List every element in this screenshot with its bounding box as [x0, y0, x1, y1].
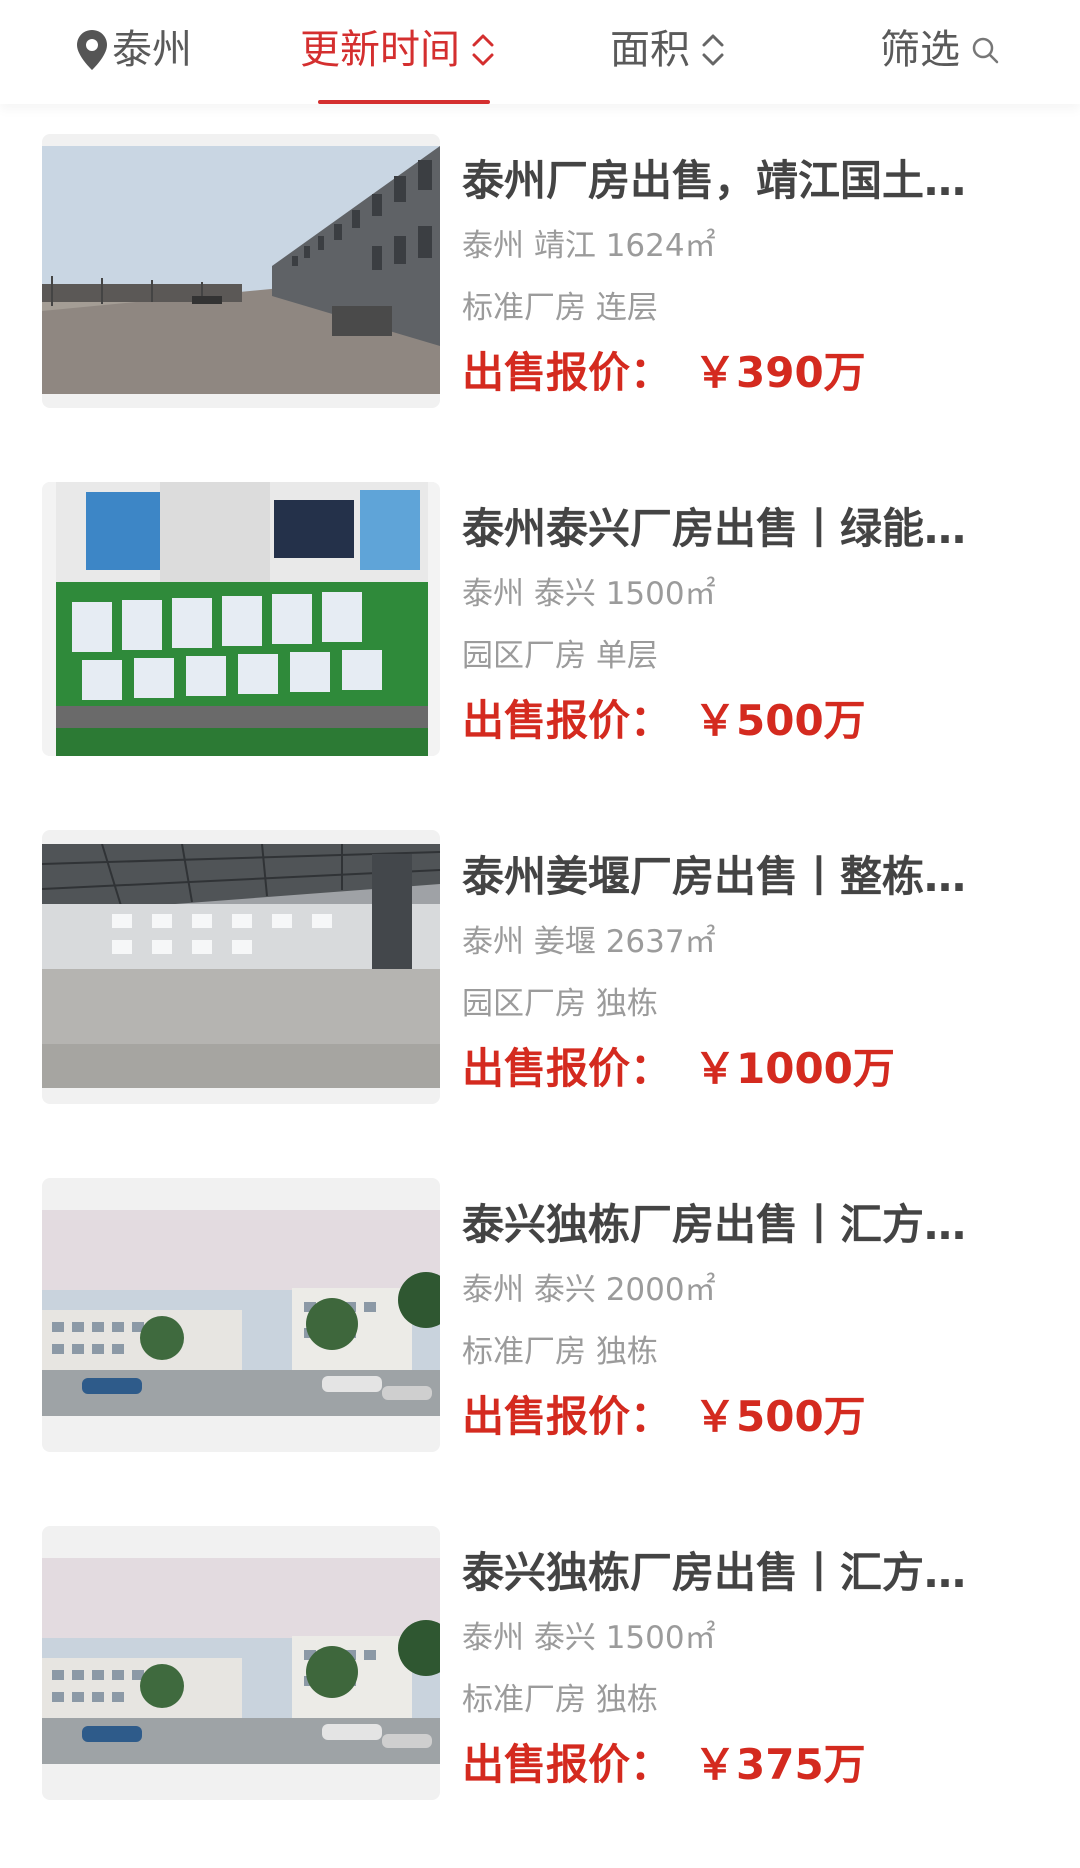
- listing-image: [42, 134, 440, 408]
- listing-image: [42, 1526, 440, 1800]
- listing-type: 标准厂房 连层: [462, 290, 658, 326]
- sort-arrows-icon: [472, 34, 494, 66]
- listing-title: 泰兴独栋厂房出售丨汇方…: [462, 1200, 967, 1249]
- listing-image: [42, 482, 440, 756]
- listing-price: 出售报价： ￥375万: [462, 1740, 866, 1790]
- listing-card[interactable]: 泰州姜堰厂房出售丨整栋… 泰州 姜堰 2637㎡ 园区厂房 独栋 出售报价： ￥1…: [0, 830, 1080, 1120]
- listing-location-area: 泰州 泰兴 2000㎡: [462, 1272, 716, 1308]
- city-filter-label: 泰州: [112, 27, 192, 73]
- listing-title: 泰州泰兴厂房出售丨绿能…: [462, 504, 967, 553]
- search-icon: [972, 37, 999, 64]
- price-label: 出售报价：: [462, 348, 673, 397]
- listing-card[interactable]: 泰兴独栋厂房出售丨汇方… 泰州 泰兴 2000㎡ 标准厂房 独栋 出售报价： ￥5…: [0, 1178, 1080, 1468]
- listing-card[interactable]: 泰州泰兴厂房出售丨绿能… 泰州 泰兴 1500㎡ 园区厂房 单层 出售报价： ￥5…: [0, 482, 1080, 772]
- update-time-label: 更新时间: [300, 27, 460, 73]
- listing-price: 出售报价： ￥390万: [462, 348, 866, 398]
- listing-location-area: 泰州 泰兴 1500㎡: [462, 576, 716, 612]
- listing-type: 标准厂房 独栋: [462, 1334, 658, 1370]
- sort-by-area[interactable]: 面积: [610, 0, 726, 100]
- active-tab-indicator: [318, 100, 490, 104]
- listing-card[interactable]: 泰州厂房出售，靖江国土… 泰州 靖江 1624㎡ 标准厂房 连层 出售报价： ￥3…: [0, 134, 1080, 424]
- location-pin-icon: [77, 30, 107, 70]
- price-label: 出售报价：: [462, 1044, 673, 1093]
- listing-location-area: 泰州 靖江 1624㎡: [462, 228, 716, 264]
- listing-title: 泰州厂房出售，靖江国土…: [462, 156, 967, 205]
- building-rendering-image: [42, 1558, 440, 1764]
- filter-button[interactable]: 筛选: [880, 0, 1000, 100]
- price-label: 出售报价：: [462, 1740, 673, 1789]
- area-label: 面积: [610, 27, 690, 73]
- filter-label: 筛选: [880, 27, 960, 73]
- listing-card[interactable]: 泰兴独栋厂房出售丨汇方… 泰州 泰兴 1500㎡ 标准厂房 独栋 出售报价： ￥3…: [0, 1526, 1080, 1816]
- listing-type: 标准厂房 独栋: [462, 1682, 658, 1718]
- filter-bar: 泰州 更新时间 面积 筛选: [0, 0, 1080, 104]
- listing-type: 园区厂房 单层: [462, 638, 658, 674]
- price-value: ￥500万: [694, 1392, 866, 1441]
- city-filter[interactable]: 泰州: [74, 0, 192, 100]
- listing-title: 泰州姜堰厂房出售丨整栋…: [462, 852, 967, 901]
- industrial-park-model-image: [42, 482, 440, 756]
- listing-location-area: 泰州 姜堰 2637㎡: [462, 924, 716, 960]
- price-value: ￥390万: [694, 348, 866, 397]
- building-rendering-image: [42, 1210, 440, 1416]
- price-label: 出售报价：: [462, 1392, 673, 1441]
- listing-title: 泰兴独栋厂房出售丨汇方…: [462, 1548, 967, 1597]
- sort-by-update-time[interactable]: 更新时间: [300, 0, 496, 100]
- price-value: ￥1000万: [694, 1044, 895, 1093]
- listing-location-area: 泰州 泰兴 1500㎡: [462, 1620, 716, 1656]
- warehouse-interior-image: [42, 844, 440, 1088]
- price-value: ￥375万: [694, 1740, 866, 1789]
- listing-image: [42, 830, 440, 1104]
- listing-type: 园区厂房 独栋: [462, 986, 658, 1022]
- listing-image: [42, 1178, 440, 1452]
- sort-arrows-icon: [702, 34, 724, 66]
- listing-price: 出售报价： ￥1000万: [462, 1044, 895, 1094]
- price-value: ￥500万: [694, 696, 866, 745]
- price-label: 出售报价：: [462, 696, 673, 745]
- listing-price: 出售报价： ￥500万: [462, 1392, 866, 1442]
- factory-exterior-street-image: [42, 146, 440, 394]
- listing-price: 出售报价： ￥500万: [462, 696, 866, 746]
